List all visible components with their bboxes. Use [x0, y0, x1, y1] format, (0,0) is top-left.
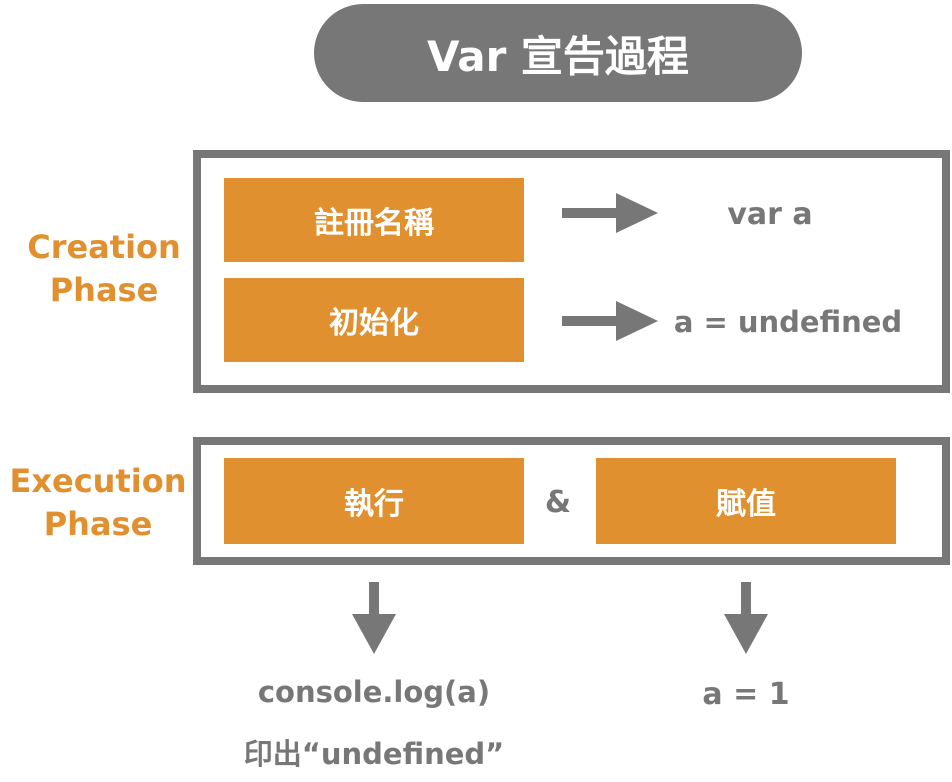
execution-phase-label: Execution Phase — [8, 460, 188, 546]
console-log-output: console.log(a) — [257, 675, 491, 709]
initialize-result: a = undefined — [673, 305, 903, 339]
assign-box: 賦值 — [596, 458, 896, 544]
diagram-title: Var 宣告過程 — [314, 4, 802, 102]
execution-phase-label-line1: Execution — [9, 462, 187, 500]
execution-phase-label-line2: Phase — [43, 505, 153, 543]
creation-phase-label-line1: Creation — [27, 228, 181, 266]
creation-phase-label: Creation Phase — [24, 226, 184, 312]
assignment-output: a = 1 — [702, 676, 790, 712]
register-name-result: var a — [727, 196, 813, 232]
right-arrow-icon — [562, 193, 658, 233]
initialize-box: 初始化 — [224, 278, 524, 362]
down-arrow-icon — [724, 582, 768, 654]
execute-box: 執行 — [224, 458, 524, 544]
right-arrow-icon — [562, 301, 658, 341]
print-undefined-output: 印出“undefined” — [243, 737, 505, 771]
register-name-box: 註冊名稱 — [224, 178, 524, 262]
ampersand-joiner: & — [544, 484, 572, 520]
down-arrow-icon — [352, 582, 396, 654]
creation-phase-label-line2: Phase — [49, 271, 159, 309]
